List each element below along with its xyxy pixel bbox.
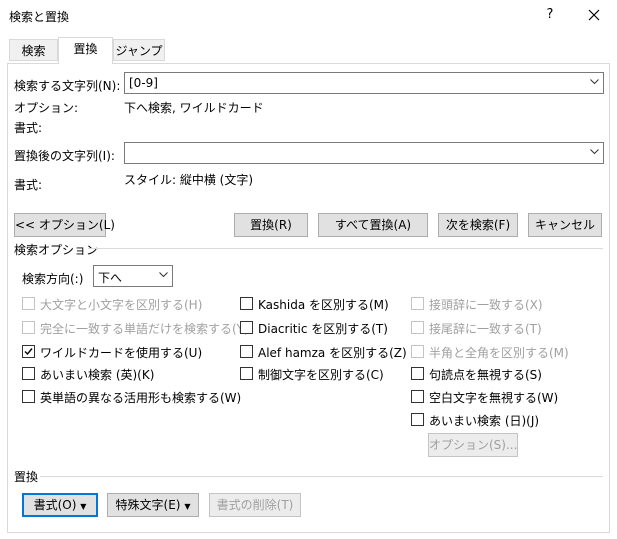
- search-options-divider: [88, 248, 603, 249]
- checkbox-label: Alef hamza を区別する(Z): [258, 346, 407, 360]
- replace-button[interactable]: 置換(R): [234, 213, 308, 237]
- find-label-text: 検索する文字列(N):: [14, 79, 121, 93]
- special-button-label: 特殊文字(E): [115, 498, 181, 512]
- checkbox-box[interactable]: [411, 345, 424, 358]
- dropdown-arrow-icon: ▼: [184, 502, 191, 511]
- checkbox-label: あいまい検索 (日)(J): [429, 414, 540, 428]
- checkbox-box[interactable]: [411, 413, 424, 426]
- checkbox-box[interactable]: [22, 297, 35, 310]
- chevron-down-icon[interactable]: [584, 73, 603, 93]
- find-label: 検索する文字列(N):: [14, 77, 120, 94]
- less-options-button[interactable]: << オプション(L): [14, 213, 115, 237]
- checkmark-icon: [24, 348, 33, 356]
- fuzzy-options-button[interactable]: オプション(S)...: [428, 433, 518, 457]
- checkbox-box[interactable]: [22, 345, 35, 358]
- replace-label: 置換後の文字列(I):: [14, 149, 115, 163]
- replace-format-label: 書式:: [14, 178, 43, 192]
- replace-group-label: 置換: [14, 470, 39, 484]
- window-title: 検索と置換: [9, 10, 70, 24]
- replace-format-value: スタイル: 縦中横 (文字): [124, 173, 254, 187]
- tab-goto[interactable]: ジャンプ: [113, 39, 165, 61]
- checkbox-box[interactable]: [22, 390, 35, 403]
- checkbox-label: あいまい検索 (英)(K): [40, 368, 155, 382]
- checkbox-box[interactable]: [22, 321, 35, 334]
- find-what-value: [0-9]: [129, 76, 158, 90]
- replace-with-combobox[interactable]: [124, 142, 604, 164]
- checkbox-label: 接尾辞に一致する(T): [429, 322, 542, 336]
- checkbox-label: ワイルドカードを使用する(U): [40, 346, 203, 360]
- direction-value: 下へ: [98, 271, 123, 285]
- search-options-group-label: 検索オプション: [14, 243, 99, 257]
- tab-replace[interactable]: 置換: [58, 37, 113, 64]
- checkbox-label: 半角と全角を区別する(M): [429, 346, 569, 360]
- checkbox-box[interactable]: [411, 367, 424, 380]
- options-label: オプション:: [14, 101, 79, 115]
- cancel-button[interactable]: キャンセル: [528, 213, 602, 237]
- format-button-label: 書式(O): [33, 498, 77, 512]
- find-what-combobox[interactable]: [0-9]: [124, 72, 604, 94]
- special-button[interactable]: 特殊文字(E) ▼: [107, 493, 199, 517]
- dropdown-arrow-icon: ▼: [80, 502, 87, 511]
- options-value: 下へ検索, ワイルドカード: [124, 101, 264, 115]
- checkbox-box[interactable]: [240, 297, 253, 310]
- direction-select[interactable]: 下へ: [93, 265, 173, 287]
- close-icon: [588, 9, 600, 21]
- checkbox-box[interactable]: [22, 367, 35, 380]
- checkbox-label: 空白文字を無視する(W): [429, 391, 559, 405]
- checkbox-box[interactable]: [240, 321, 253, 334]
- checkbox-label: Kashida を区別する(M): [258, 298, 389, 312]
- checkbox-label: 接頭辞に一致する(X): [429, 298, 543, 312]
- replace-group-divider: [40, 476, 603, 477]
- find-format-label: 書式:: [14, 121, 43, 135]
- checkbox-box[interactable]: [411, 321, 424, 334]
- help-button[interactable]: ?: [538, 4, 562, 26]
- chevron-down-icon[interactable]: [584, 143, 603, 163]
- find-next-button[interactable]: 次を検索(F): [438, 213, 518, 237]
- title-bar: [0, 0, 617, 32]
- checkbox-label: 英単語の異なる活用形も検索する(W): [40, 391, 242, 405]
- checkbox-label: 完全に一致する単語だけを検索する(Y): [40, 322, 249, 336]
- checkbox-label: 制御文字を区別する(C): [258, 368, 384, 382]
- clear-format-button[interactable]: 書式の削除(T): [209, 493, 301, 517]
- checkbox-box[interactable]: [240, 367, 253, 380]
- checkbox-label: 大文字と小文字を区別する(H): [40, 298, 203, 312]
- format-button[interactable]: 書式(O) ▼: [22, 493, 98, 517]
- close-button[interactable]: [582, 4, 606, 26]
- tab-find[interactable]: 検索: [9, 39, 58, 61]
- checkbox-label: 句読点を無視する(S): [429, 368, 542, 382]
- direction-label: 検索方向(:): [22, 272, 84, 286]
- checkbox-box[interactable]: [240, 345, 253, 358]
- chevron-down-icon[interactable]: [153, 266, 172, 286]
- replace-all-button[interactable]: すべて置換(A): [318, 213, 428, 237]
- checkbox-box[interactable]: [411, 390, 424, 403]
- checkbox-label: Diacritic を区別する(T): [258, 322, 388, 336]
- checkbox-box[interactable]: [411, 297, 424, 310]
